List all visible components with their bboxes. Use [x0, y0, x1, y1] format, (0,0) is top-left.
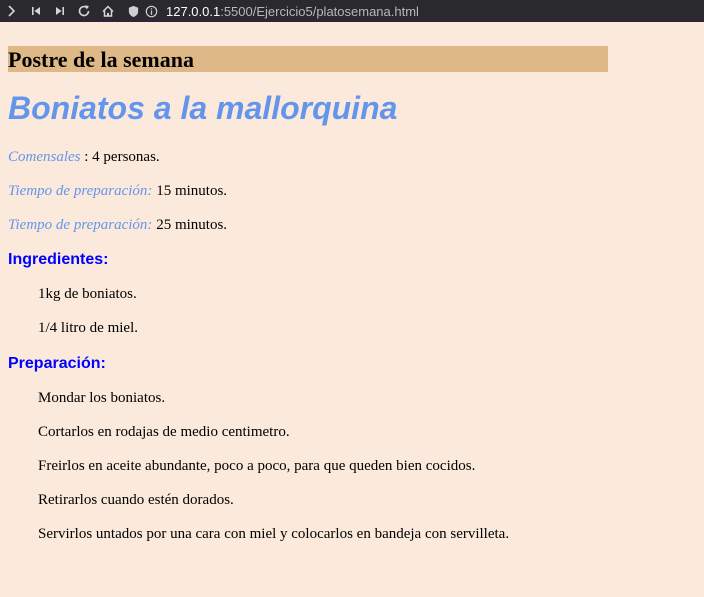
url-path: :5500/Ejercicio5/platosemana.html: [220, 3, 419, 19]
info-icon[interactable]: [142, 0, 160, 22]
info-prep-time-2: Tiempo de preparación: 25 minutos.: [8, 216, 696, 234]
info-label: Comensales: [8, 149, 81, 165]
shield-icon[interactable]: [124, 0, 142, 22]
toolbar-divider: [0, 20, 704, 22]
forward-icon[interactable]: [48, 0, 72, 22]
step-item: Retirarlos cuando estén dorados.: [38, 492, 234, 508]
info-value: 25 minutos.: [156, 217, 228, 233]
preparation-heading: Preparación:: [8, 355, 106, 372]
back-icon[interactable]: [24, 0, 48, 22]
ingredients-heading: Ingredientes:: [8, 251, 109, 268]
info-value: 15 minutos.: [156, 183, 228, 199]
url-text[interactable]: 127.0.0.1:5500/Ejercicio5/platosemana.ht…: [166, 4, 419, 19]
url-host: 127.0.0.1: [166, 3, 221, 19]
info-separator: :: [80, 149, 93, 165]
info-label: Tiempo de preparación:: [8, 217, 153, 233]
info-prep-time: Tiempo de preparación: 15 minutos.: [8, 182, 696, 200]
address-bar[interactable]: 127.0.0.1:5500/Ejercicio5/platosemana.ht…: [124, 0, 419, 22]
browser-toolbar: 127.0.0.1:5500/Ejercicio5/platosemana.ht…: [0, 0, 704, 22]
page-content: Postre de la semana Boniatos a la mallor…: [0, 46, 704, 544]
ingredient-item: 1kg de boniatos.: [38, 286, 137, 302]
info-label: Tiempo de preparación:: [8, 183, 153, 199]
home-icon[interactable]: [96, 0, 120, 22]
step-item: Freirlos en aceite abundante, poco a poc…: [38, 458, 476, 474]
info-servings: Comensales : 4 personas.: [8, 148, 696, 166]
ingredient-item: 1/4 litro de miel.: [38, 320, 138, 336]
step-item: Cortarlos en rodajas de medio centimetro…: [38, 424, 290, 440]
reload-icon[interactable]: [72, 0, 96, 22]
step-item: Servirlos untados por una cara con miel …: [38, 526, 510, 542]
dish-name: Boniatos a la mallorquina: [8, 90, 398, 126]
chevron-right-icon[interactable]: [0, 0, 24, 22]
banner-title: Postre de la semana: [8, 46, 608, 72]
step-item: Mondar los boniatos.: [38, 390, 166, 406]
info-value: 4 personas.: [92, 149, 160, 165]
